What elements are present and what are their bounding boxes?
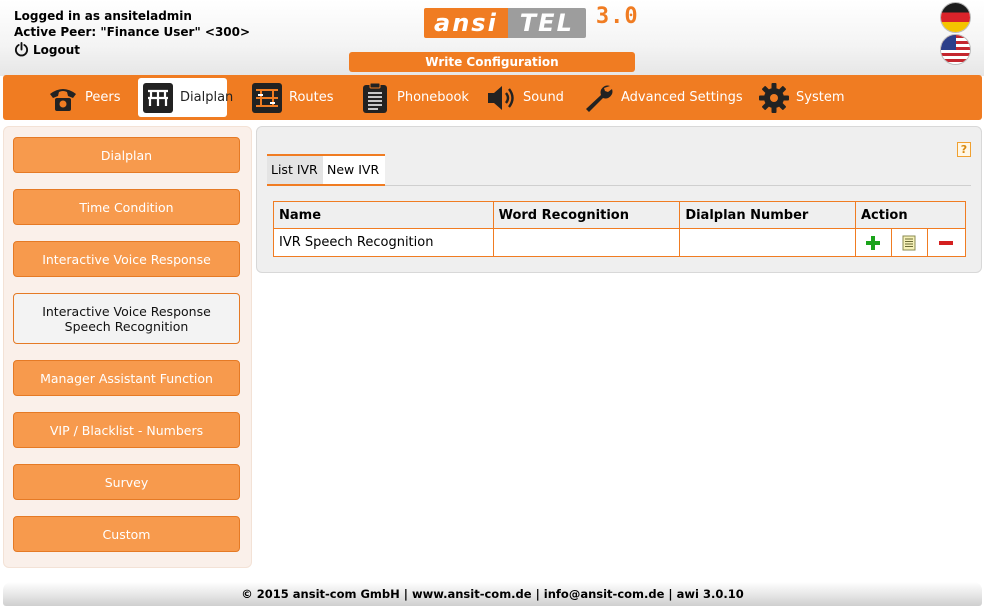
logout-label: Logout	[33, 42, 81, 57]
telephone-icon	[47, 82, 79, 114]
nav-sound[interactable]: Sound	[481, 78, 568, 117]
nav-peers[interactable]: Peers	[43, 78, 125, 117]
tab-list-ivr[interactable]: List IVR	[267, 154, 323, 186]
tab-new-ivr[interactable]: New IVR	[323, 154, 385, 186]
cell-word-recognition	[492, 228, 681, 257]
power-icon	[14, 42, 29, 57]
minus-icon	[938, 240, 953, 245]
sidebar-item-label-line1: Interactive Voice Response	[42, 303, 211, 319]
cell-name: IVR Speech Recognition	[273, 228, 494, 257]
ivr-table: Name Word Recognition Dialplan Number Ac…	[273, 201, 967, 257]
main-navigation: Peers Dialplan Routes Phonebook Sound Ad…	[3, 75, 982, 120]
main-panel: ? List IVR New IVR Name Word Recognition…	[256, 126, 982, 273]
sidebar-item-label-line2: Speech Recognition	[64, 318, 189, 334]
col-header-name: Name	[273, 201, 494, 229]
edit-button[interactable]	[892, 229, 928, 256]
sidebar: Dialplan Time Condition Interactive Voic…	[3, 126, 252, 568]
active-peer-label: Active Peer: "Finance User" <300>	[14, 25, 251, 39]
col-header-dialplan-number: Dialplan Number	[679, 201, 856, 229]
user-info: Logged in as ansiteladmin Active Peer: "…	[14, 8, 250, 40]
logo-version: 3.0	[595, 4, 639, 29]
sidebar-item-ivr[interactable]: Interactive Voice Response	[13, 241, 240, 277]
nav-label: Advanced Settings	[621, 90, 743, 105]
ivr-tabs: List IVR New IVR	[267, 154, 971, 186]
table-row: IVR Speech Recognition	[273, 228, 967, 257]
nav-label: Sound	[523, 90, 564, 105]
sidebar-item-custom[interactable]: Custom	[13, 516, 240, 552]
delete-button[interactable]	[928, 229, 964, 256]
logo-tel: TEL	[507, 7, 586, 38]
nav-dialplan[interactable]: Dialplan	[138, 78, 233, 117]
nav-advanced-settings[interactable]: Advanced Settings	[579, 78, 747, 117]
nav-label: System	[796, 90, 845, 105]
nav-label: Routes	[289, 90, 334, 105]
phonebook-icon	[359, 82, 391, 114]
dialplan-icon	[142, 82, 174, 114]
footer: © 2015 ansit-com GmbH | www.ansit-com.de…	[3, 582, 982, 606]
cell-dialplan-number	[679, 228, 856, 257]
plus-icon	[866, 235, 881, 250]
wrench-icon	[583, 82, 615, 114]
speaker-icon	[485, 82, 517, 114]
nav-label: Dialplan	[180, 90, 234, 105]
gear-icon	[758, 82, 790, 114]
header: Logged in as ansiteladmin Active Peer: "…	[0, 0, 984, 76]
nav-routes[interactable]: Routes	[247, 78, 338, 117]
nav-phonebook[interactable]: Phonebook	[355, 78, 473, 117]
logged-in-label: Logged in as ansiteladmin	[14, 9, 192, 23]
nav-system[interactable]: System	[754, 78, 848, 117]
sidebar-item-ivr-speech-recognition[interactable]: Interactive Voice Response Speech Recogn…	[13, 293, 240, 344]
add-button[interactable]	[856, 229, 892, 256]
nav-label: Phonebook	[397, 90, 469, 105]
us-flag-icon[interactable]	[941, 35, 970, 64]
list-icon	[902, 235, 916, 250]
logout-button[interactable]: Logout	[14, 42, 80, 57]
col-header-action: Action	[854, 201, 967, 229]
sidebar-item-survey[interactable]: Survey	[13, 464, 240, 500]
ansitel-logo: ansi TEL 3.0	[424, 4, 639, 38]
table-header-row: Name Word Recognition Dialplan Number Ac…	[273, 201, 967, 229]
sidebar-item-vip-blacklist[interactable]: VIP / Blacklist - Numbers	[13, 412, 240, 448]
routes-icon	[251, 82, 283, 114]
col-header-word-recognition: Word Recognition	[492, 201, 681, 229]
write-configuration-button[interactable]: Write Configuration	[349, 52, 635, 72]
logo-ansi: ansi	[424, 7, 508, 38]
nav-label: Peers	[85, 90, 121, 105]
german-flag-icon[interactable]	[941, 3, 970, 32]
sidebar-item-time-condition[interactable]: Time Condition	[13, 189, 240, 225]
sidebar-item-dialplan[interactable]: Dialplan	[13, 137, 240, 173]
sidebar-item-manager-assistant[interactable]: Manager Assistant Function	[13, 360, 240, 396]
cell-actions	[854, 228, 967, 257]
